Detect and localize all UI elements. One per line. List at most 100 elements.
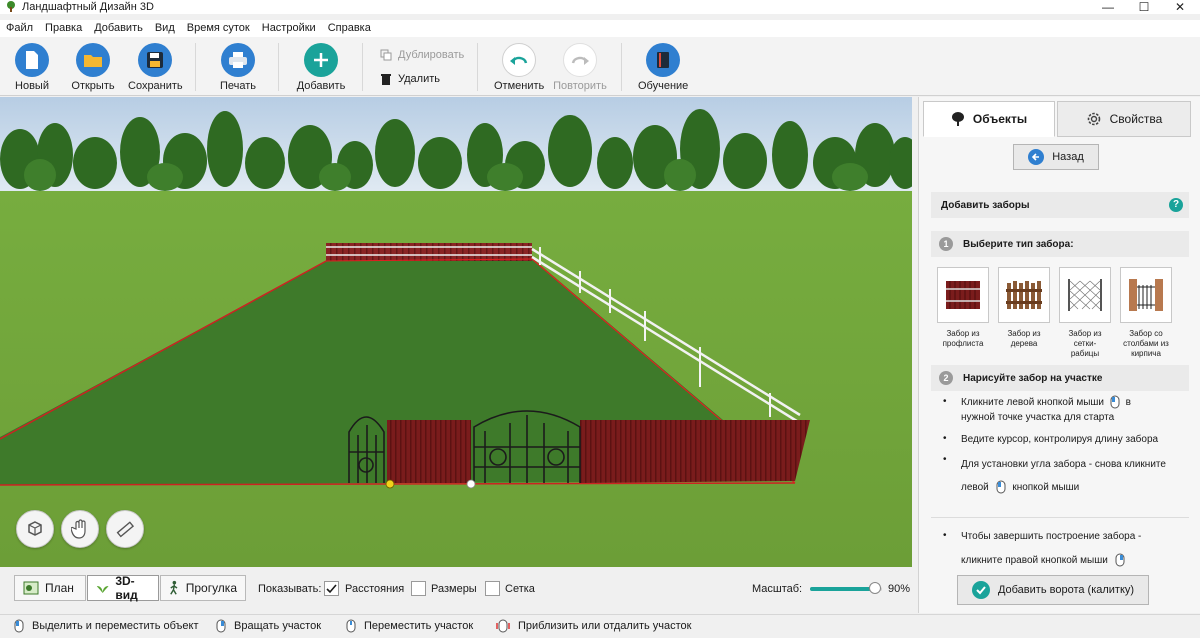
measure-button[interactable] — [106, 510, 144, 548]
toolbar-divider — [362, 43, 363, 91]
tree-icon — [951, 112, 964, 126]
redo-icon — [563, 43, 597, 77]
walking-person-icon — [170, 580, 178, 595]
instruction-in-text: в — [1125, 397, 1131, 408]
scene-3d — [0, 97, 912, 567]
status-rotate-hint: Вращать участок — [216, 619, 321, 633]
instruction-finish-text: Чтобы завершить построение забора - — [961, 531, 1142, 542]
new-file-icon — [15, 43, 49, 77]
menu-add[interactable]: Добавить — [88, 20, 149, 37]
save-label: Сохранить — [128, 80, 183, 92]
print-button[interactable]: Печать — [218, 43, 258, 92]
menu-time-of-day[interactable]: Время суток — [181, 20, 256, 37]
checkmark-icon — [326, 583, 337, 593]
tab-objects-label: Объекты — [972, 112, 1028, 126]
check-circle-icon — [971, 581, 990, 599]
instruction-click-text: Кликните левой кнопкой мыши — [961, 397, 1105, 408]
learn-label: Обучение — [638, 80, 689, 92]
book-icon — [646, 43, 680, 77]
open-button[interactable]: Открыть — [70, 43, 116, 92]
fence-wood-card[interactable]: Забор из дерева — [998, 267, 1050, 349]
menu-file[interactable]: Файл — [0, 20, 39, 37]
duplicate-label: Дублировать — [398, 49, 465, 61]
fence-brick-thumb — [1120, 267, 1172, 323]
new-button[interactable]: Новый — [12, 43, 52, 92]
redo-label: Повторить — [553, 80, 607, 92]
toolbar-divider — [621, 43, 622, 91]
back-label: Назад — [1052, 151, 1084, 163]
scene-3d-viewport[interactable] — [0, 97, 912, 567]
status-bar: Выделить и переместить объект Вращать уч… — [0, 614, 1200, 638]
zoom-slider-fill — [810, 587, 875, 591]
zoom-slider[interactable] — [810, 582, 882, 594]
back-button[interactable]: Назад — [1013, 144, 1099, 170]
tab-properties[interactable]: Свойства — [1057, 101, 1191, 137]
pan-view-button[interactable] — [61, 510, 99, 548]
help-icon[interactable]: ? — [1169, 198, 1183, 212]
grid-checkbox[interactable] — [485, 581, 500, 596]
instruction-left-text: левой — [961, 482, 989, 493]
distances-checkbox[interactable] — [324, 581, 339, 596]
tab-objects[interactable]: Объекты — [923, 101, 1055, 137]
save-button[interactable]: Сохранить — [128, 43, 183, 92]
add-label: Добавить — [296, 80, 346, 92]
printer-icon — [221, 43, 255, 77]
undo-button[interactable]: Отменить — [494, 43, 544, 92]
fence-profnastil-l2: профлиста — [942, 339, 984, 348]
minimize-button[interactable]: — — [1088, 0, 1128, 14]
instruction-right-click-text: кликните правой кнопкой мыши — [961, 555, 1108, 566]
learn-button[interactable]: Обучение — [638, 43, 688, 92]
3d-view-button[interactable]: 3D-вид — [87, 574, 159, 602]
plan-icon — [23, 581, 39, 595]
maximize-button[interactable]: ☐ — [1124, 0, 1164, 14]
fence-wood-l2: дерева — [1010, 339, 1038, 348]
step-2-badge: 2 — [939, 371, 953, 385]
mouse-right-icon — [216, 619, 226, 633]
objects-panel: Объекты Свойства Назад Добавить заборы ?… — [918, 97, 1200, 613]
delete-button[interactable]: Удалить — [380, 73, 440, 85]
menu-help[interactable]: Справка — [322, 20, 377, 37]
fence-profnastil-card[interactable]: Забор из профлиста — [937, 267, 989, 349]
mouse-middle-icon — [346, 619, 356, 633]
add-button[interactable]: Добавить — [296, 43, 346, 92]
walk-view-button[interactable]: Прогулка — [160, 575, 246, 601]
fence-brick-l2: столбами из — [1123, 339, 1169, 348]
duplicate-button[interactable]: Дублировать — [380, 49, 464, 61]
bullet-dot: • — [943, 396, 947, 407]
duplicate-icon — [380, 49, 392, 61]
step-2-header: 2 Нарисуйте забор на участке — [931, 365, 1189, 391]
fence-brick-card[interactable]: Забор со столбами из кирпича — [1120, 267, 1172, 359]
walk-label: Прогулка — [185, 581, 237, 595]
fence-brick-l3: кирпича — [1131, 349, 1161, 358]
menu-view[interactable]: Вид — [149, 20, 181, 37]
bullet-dot: • — [943, 454, 947, 465]
menu-settings[interactable]: Настройки — [256, 20, 322, 37]
fence-wood-thumb — [998, 267, 1050, 323]
sizes-checkbox[interactable] — [411, 581, 426, 596]
plus-icon — [304, 43, 338, 77]
toolbar-divider — [477, 43, 478, 91]
ruler-icon — [116, 521, 135, 538]
undo-label: Отменить — [494, 80, 545, 92]
plan-view-button[interactable]: План — [14, 575, 86, 601]
mouse-left-icon — [996, 480, 1006, 494]
fence-mesh-thumb — [1059, 267, 1111, 323]
redo-button[interactable]: Повторить — [552, 43, 608, 92]
bullet-dot: • — [943, 433, 947, 444]
add-gate-button[interactable]: Добавить ворота (калитку) — [957, 575, 1149, 605]
status-select-label: Выделить и переместить объект — [32, 620, 199, 632]
new-label: Новый — [15, 80, 49, 92]
fence-profnastil-thumb — [937, 267, 989, 323]
instruction-corner-text: Для установки угла забора - снова кликни… — [961, 459, 1166, 470]
close-button[interactable]: ✕ — [1160, 0, 1200, 14]
step-1-badge: 1 — [939, 237, 953, 251]
mouse-left-icon — [14, 619, 24, 633]
instruction-finish: Чтобы завершить построение забора - клик… — [961, 525, 1197, 573]
rotate-view-button[interactable] — [16, 510, 54, 548]
panel-divider — [931, 517, 1189, 518]
fence-mesh-card[interactable]: Забор из сетки- рабицы — [1059, 267, 1111, 359]
menu-edit[interactable]: Правка — [39, 20, 88, 37]
gear-icon — [1087, 112, 1100, 126]
zoom-slider-thumb[interactable] — [868, 582, 881, 594]
status-rotate-label: Вращать участок — [234, 620, 322, 632]
